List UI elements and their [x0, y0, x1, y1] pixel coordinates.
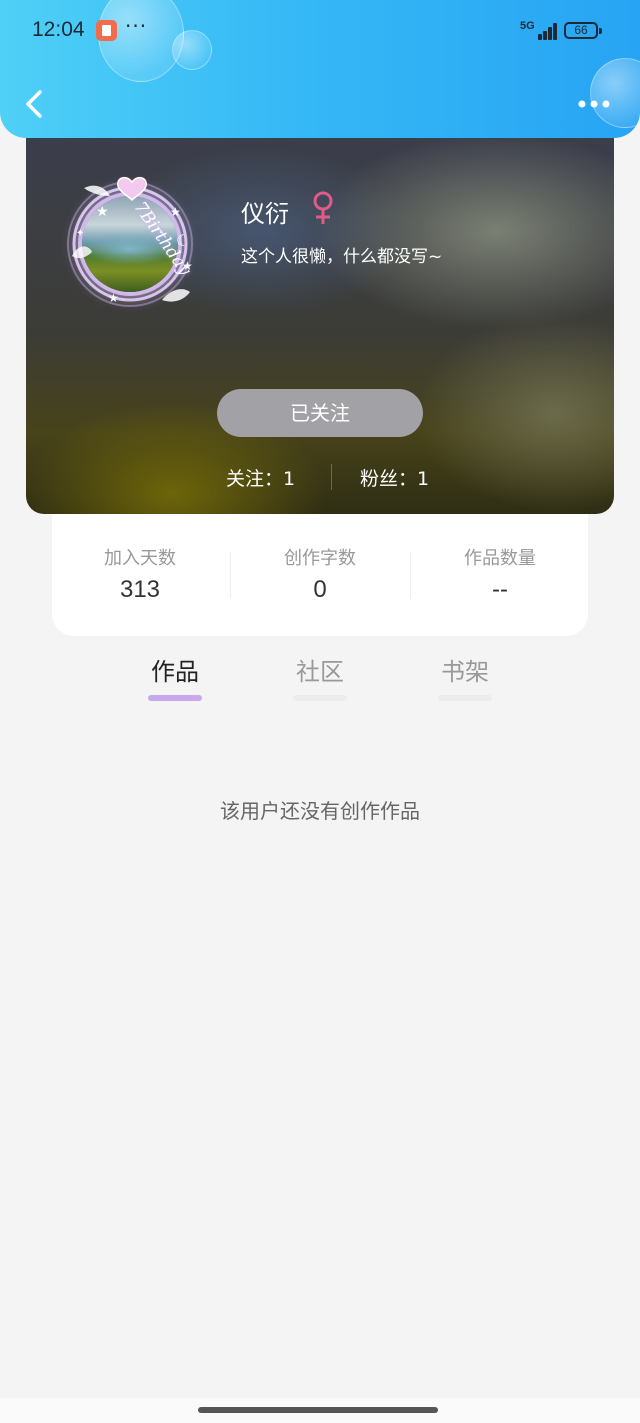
stat-label: 加入天数 — [104, 548, 176, 569]
stat-value: 313 — [119, 576, 161, 603]
svg-text:★: ★ — [108, 291, 119, 305]
home-indicator[interactable] — [198, 1407, 438, 1413]
svg-text:★: ★ — [96, 204, 109, 220]
tab-bookshelf[interactable]: 书架 — [415, 652, 515, 687]
decorative-bubble — [98, 0, 184, 82]
signal-icon — [532, 22, 558, 40]
divider — [230, 552, 231, 598]
stat-works-count: 作品数量 -- — [420, 544, 580, 604]
divider — [331, 464, 332, 490]
stat-join-days: 加入天数 313 — [60, 544, 220, 604]
notification-app-icon — [96, 20, 117, 41]
stat-value: -- — [492, 576, 508, 603]
following-count[interactable]: 关注：1 — [226, 464, 295, 491]
tab-works[interactable]: 作品 — [125, 652, 225, 687]
decorative-bubble — [172, 30, 212, 70]
battery-icon: 66 — [564, 22, 602, 39]
avatar[interactable]: ★ ★ ★ ★ ✦ ☾ 7Birthday — [66, 152, 216, 312]
user-name: 仪衍 — [241, 200, 289, 228]
stat-value: 0 — [313, 576, 327, 603]
tab-indicator — [293, 695, 347, 701]
status-time: 12:04 — [32, 18, 85, 41]
stat-label: 作品数量 — [464, 548, 536, 569]
female-gender-icon — [310, 190, 336, 226]
tab-community[interactable]: 社区 — [270, 652, 370, 687]
profile-card: ★ ★ ★ ★ ✦ ☾ 7Birthday 仪衍 这个人很懒，什么都没写~ 已关… — [26, 110, 614, 514]
divider — [410, 552, 411, 598]
top-header: 12:04 ··· 5G 66 — [0, 0, 640, 138]
follow-stats: 关注：1 粉丝：1 — [26, 462, 614, 494]
user-bio: 这个人很懒，什么都没写~ — [241, 247, 443, 267]
stats-panel: 加入天数 313 创作字数 0 作品数量 -- — [52, 514, 588, 636]
svg-text:★: ★ — [170, 205, 181, 219]
back-icon[interactable] — [18, 84, 54, 124]
active-tab-indicator — [148, 695, 202, 701]
svg-text:✦: ✦ — [76, 228, 84, 239]
avatar-frame-decoration: ★ ★ ★ ★ ✦ ☾ — [67, 176, 193, 307]
stat-label: 创作字数 — [284, 548, 356, 569]
fans-count[interactable]: 粉丝：1 — [360, 464, 429, 491]
more-dots-icon[interactable] — [574, 92, 614, 116]
tab-indicator — [438, 695, 492, 701]
follow-status-button[interactable]: 已关注 — [217, 389, 423, 437]
stat-word-count: 创作字数 0 — [240, 544, 400, 604]
empty-state-message: 该用户还没有创作作品 — [220, 799, 420, 823]
status-overflow-dots: ··· — [125, 14, 148, 38]
